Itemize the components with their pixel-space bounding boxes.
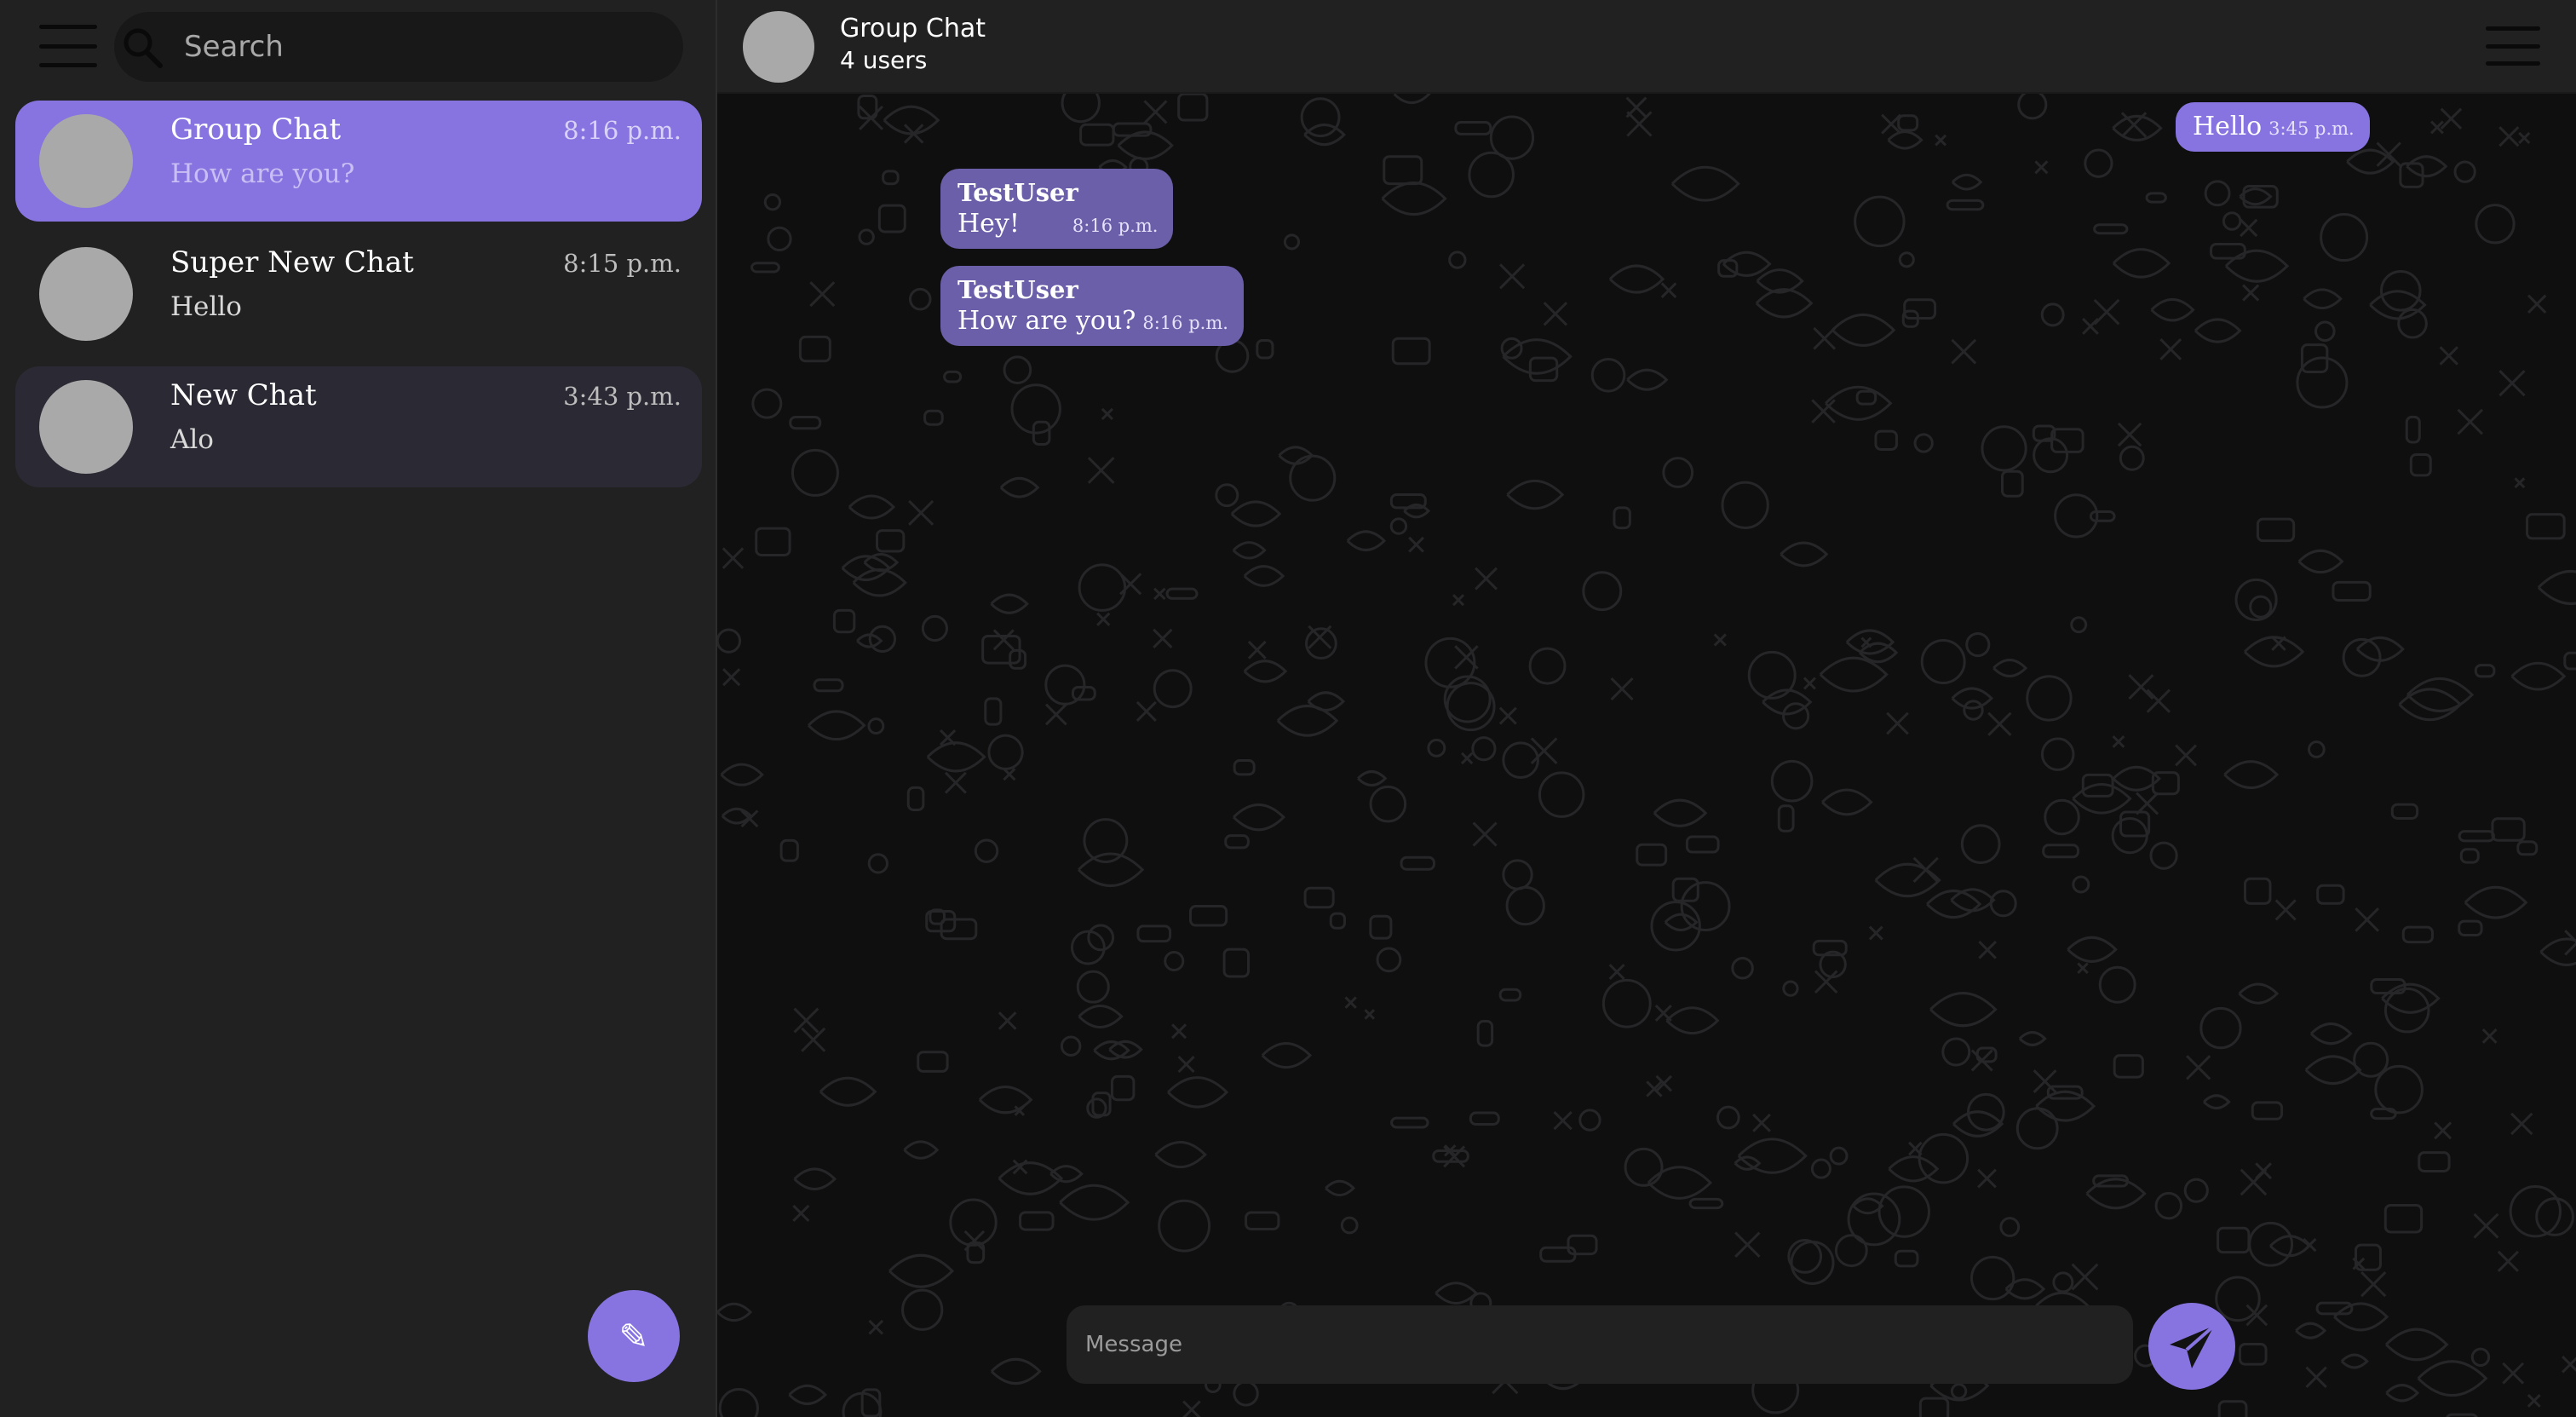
chat-panel: Group Chat 4 users Hello 3:45 p.m. TestUs… (717, 0, 2576, 1417)
chat-time: 3:43 p.m. (563, 382, 681, 411)
chat-title[interactable]: Group Chat (840, 14, 986, 43)
search-box[interactable] (114, 12, 683, 82)
avatar (39, 114, 133, 208)
search-icon (124, 28, 163, 68)
chat-preview: Hello (170, 291, 242, 322)
chat-menu-icon[interactable] (2486, 26, 2540, 66)
chat-item-new-chat[interactable]: New Chat Alo 3:43 p.m. (15, 366, 702, 487)
sidebar-menu-icon[interactable] (39, 25, 97, 67)
message-composer (1067, 1305, 2133, 1384)
chat-item-super-new-chat[interactable]: Super New Chat Hello 8:15 p.m. (15, 233, 702, 354)
message-input[interactable] (1067, 1305, 2133, 1384)
message-text: Hello (2193, 112, 2263, 141)
message-text: Hey! (957, 209, 1020, 239)
message-bubble-incoming[interactable]: TestUser Hey! 8:16 p.m. (940, 169, 1174, 249)
message-bubble-outgoing[interactable]: Hello 3:45 p.m. (2176, 102, 2370, 152)
message-time: 8:16 p.m. (1072, 216, 1159, 236)
message-time: 3:45 p.m. (2268, 118, 2355, 139)
sidebar-header (0, 0, 716, 92)
message-sender: TestUser (957, 275, 1078, 304)
chat-header: Group Chat 4 users (717, 0, 2576, 94)
chat-app: Group Chat How are you? 8:16 p.m. Super … (0, 0, 2576, 1417)
message-sender: TestUser (957, 178, 1078, 207)
sidebar: Group Chat How are you? 8:16 p.m. Super … (0, 0, 717, 1417)
chat-time: 8:15 p.m. (563, 249, 681, 278)
avatar (39, 247, 133, 341)
chat-name: Group Chat (170, 112, 342, 147)
paper-plane-icon (2170, 1324, 2216, 1368)
avatar (39, 380, 133, 474)
chat-name: New Chat (170, 378, 317, 412)
chat-item-group-chat[interactable]: Group Chat How are you? 8:16 p.m. (15, 101, 702, 222)
chat-preview: How are you? (170, 158, 355, 189)
member-count: 4 users (840, 46, 928, 74)
send-button[interactable] (2148, 1303, 2235, 1390)
chat-avatar[interactable] (743, 11, 814, 83)
search-input[interactable] (182, 12, 668, 82)
chat-name: Super New Chat (170, 245, 414, 279)
compose-button[interactable]: ✎ (588, 1290, 680, 1382)
message-text: How are you? (957, 306, 1136, 336)
message-bubble-incoming[interactable]: TestUser How are you? 8:16 p.m. (940, 266, 1244, 346)
message-time: 8:16 p.m. (1142, 313, 1228, 333)
pencil-icon: ✎ (618, 1315, 649, 1357)
chat-preview: Alo (170, 424, 214, 455)
chat-time: 8:16 p.m. (563, 116, 681, 145)
